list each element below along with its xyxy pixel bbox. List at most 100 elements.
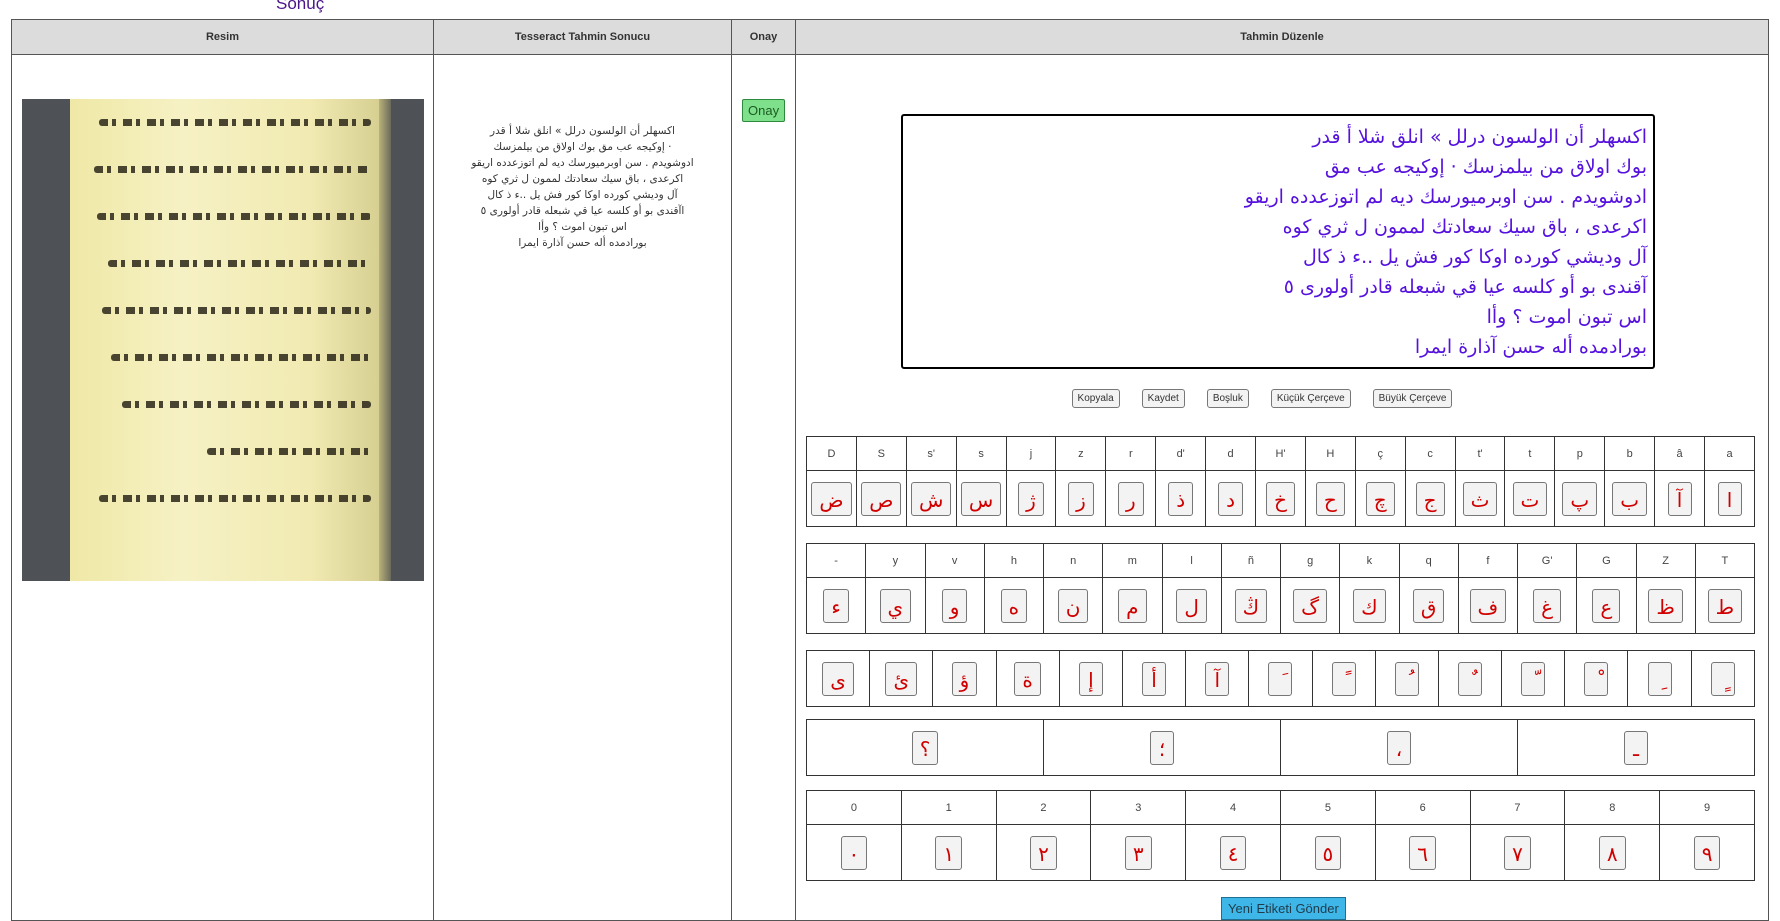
copy-button[interactable]: Kopyala — [1071, 389, 1120, 408]
keyboard-key[interactable]: ض — [811, 481, 852, 516]
keyboard-key[interactable]: خ — [1266, 481, 1295, 516]
keyboard-key[interactable]: ٌ — [1457, 661, 1482, 696]
keyboard-key-cell: ٍ — [1690, 650, 1756, 707]
keyboard-key[interactable]: ْ — [1584, 661, 1609, 696]
keyboard-key[interactable]: ٤ — [1219, 835, 1247, 870]
keyboard-key[interactable]: ٦ — [1409, 835, 1437, 870]
keyboard-key-cell: ن — [1042, 577, 1104, 634]
keyboard-key-cell: إ — [1058, 650, 1123, 707]
keyboard-key[interactable]: ُ — [1394, 661, 1419, 696]
large-frame-button[interactable]: Büyük Çerçeve — [1372, 389, 1453, 408]
keyboard-key-label: l — [1161, 543, 1222, 578]
keyboard-key[interactable]: أ — [1142, 661, 1167, 696]
keyboard-key[interactable]: ث — [1462, 481, 1498, 516]
keyboard-key-cell: ِ — [1627, 650, 1692, 707]
keyboard-key[interactable]: ژ — [1018, 481, 1044, 516]
keyboard-key[interactable]: ٣ — [1124, 835, 1152, 870]
small-frame-button[interactable]: Küçük Çerçeve — [1270, 389, 1351, 408]
keyboard-key[interactable]: آ — [1205, 661, 1230, 696]
keyboard-key[interactable]: م — [1118, 588, 1147, 623]
keyboard-key[interactable]: َ — [1268, 661, 1293, 696]
keyboard-key[interactable]: ت — [1512, 481, 1548, 516]
submit-label-button[interactable]: Yeni Etiketi Gönder — [1221, 897, 1346, 920]
keyboard-key[interactable]: ؛ — [1150, 730, 1174, 765]
keyboard-key[interactable]: ٢ — [1030, 835, 1057, 870]
keyboard-key[interactable]: س — [960, 481, 1002, 516]
keyboard-key-cell: خ — [1255, 470, 1306, 527]
keyboard-key-label: d — [1205, 436, 1257, 471]
keyboard-key[interactable]: ع — [1592, 588, 1621, 623]
keyboard-key[interactable]: ، — [1387, 730, 1411, 765]
keyboard-key[interactable]: چ — [1365, 481, 1395, 516]
keyboard-key[interactable]: ـ — [1624, 730, 1648, 765]
keyboard-key-label: 2 — [995, 790, 1092, 825]
keyboard-key[interactable]: ه — [1000, 588, 1028, 623]
keyboard-key[interactable]: ّ — [1521, 661, 1546, 696]
keyboard-key[interactable]: غ — [1533, 588, 1562, 623]
prediction-editor[interactable] — [901, 114, 1655, 369]
keyboard-key[interactable]: ؟ — [911, 730, 939, 765]
keyboard-row-letters-1: D Ss' s j z r d' d H' Hç c t' t p b â a ضصشسژزرذدخحچجثتپ… — [806, 436, 1755, 527]
keyboard-key-cell: ى — [805, 650, 871, 707]
keyboard-key[interactable]: ج — [1415, 481, 1445, 516]
keyboard-key-cell: ٣ — [1090, 824, 1187, 881]
keyboard-key[interactable]: ڭ — [1234, 588, 1268, 623]
keyboard-key[interactable]: ١ — [935, 835, 963, 870]
keyboard-key[interactable]: ئ — [885, 661, 918, 696]
keyboard-key[interactable]: ة — [1014, 661, 1041, 696]
keyboard-key[interactable]: ل — [1176, 588, 1207, 623]
keyboard-key[interactable]: ى — [822, 661, 854, 696]
keyboard-key[interactable]: پ — [1562, 481, 1598, 516]
keyboard-key[interactable]: ح — [1315, 481, 1345, 516]
keyboard-key-label: G' — [1516, 543, 1578, 578]
keyboard-key[interactable]: ٩ — [1693, 835, 1721, 870]
keyboard-key[interactable]: ٍ — [1710, 661, 1735, 696]
keyboard-key-cell: ٢ — [995, 824, 1092, 881]
keyboard-key[interactable]: ط — [1707, 588, 1743, 623]
keyboard-key[interactable]: گ — [1293, 588, 1328, 623]
keyboard-key[interactable]: و — [941, 588, 968, 623]
keyboard-key[interactable]: ِ — [1647, 661, 1672, 696]
keyboard-key-label: S — [855, 436, 907, 471]
keyboard-key[interactable]: ز — [1068, 481, 1094, 516]
keyboard-key[interactable]: إ — [1078, 661, 1103, 696]
keyboard-key-cell: آ — [1185, 650, 1250, 707]
manuscript-page — [70, 99, 391, 581]
keyboard-key-cell: ث — [1454, 470, 1506, 527]
keyboard-key-cell: آ — [1654, 470, 1706, 527]
keyboard-key-cell: س — [955, 470, 1007, 527]
keyboard-key[interactable]: ٠ — [840, 835, 868, 870]
keyboard-key[interactable]: آ — [1667, 481, 1692, 516]
keyboard-key-label: 6 — [1374, 790, 1471, 825]
keyboard-key[interactable]: ر — [1117, 481, 1144, 516]
keyboard-key-cell: ك — [1339, 577, 1400, 634]
keyboard-key-label: H' — [1255, 436, 1306, 471]
keyboard-key[interactable]: ي — [879, 588, 912, 623]
keyboard-key[interactable]: ذ — [1168, 481, 1194, 516]
keyboard-key-cell: ء — [805, 577, 867, 634]
keyboard-key-cell: ّ — [1501, 650, 1566, 707]
keyboard-key[interactable]: ك — [1353, 588, 1386, 623]
keyboard-key[interactable]: ٥ — [1314, 835, 1342, 870]
keyboard-key[interactable]: ٨ — [1598, 835, 1626, 870]
keyboard-key[interactable]: ش — [911, 481, 952, 516]
keyboard-key[interactable]: د — [1218, 481, 1244, 516]
keyboard-key-label: ç — [1354, 436, 1406, 471]
keyboard-key-cell: ٦ — [1374, 824, 1471, 881]
keyboard-key[interactable]: ب — [1612, 481, 1648, 516]
keyboard-key[interactable]: ء — [823, 588, 849, 623]
keyboard-key[interactable]: ق — [1412, 588, 1445, 623]
keyboard-key-cell: ؤ — [932, 650, 997, 707]
keyboard-key-label: G — [1576, 543, 1637, 578]
keyboard-key[interactable]: ا — [1717, 481, 1742, 516]
keyboard-key[interactable]: ً — [1331, 661, 1356, 696]
space-button[interactable]: Boşluk — [1206, 389, 1249, 408]
save-button[interactable]: Kaydet — [1141, 389, 1185, 408]
keyboard-key[interactable]: ٧ — [1504, 835, 1531, 870]
keyboard-key[interactable]: ص — [861, 481, 902, 516]
keyboard-key[interactable]: ظ — [1648, 588, 1683, 623]
keyboard-key[interactable]: ؤ — [951, 661, 978, 696]
approve-button[interactable]: Onay — [742, 99, 786, 122]
keyboard-key[interactable]: ن — [1057, 588, 1089, 623]
keyboard-key[interactable]: ف — [1469, 588, 1507, 623]
